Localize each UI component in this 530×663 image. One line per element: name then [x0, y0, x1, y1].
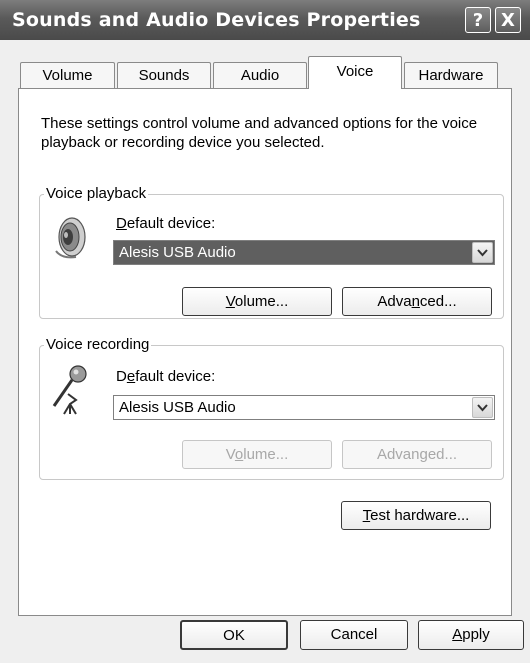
playback-dropdown-button[interactable] — [472, 242, 493, 263]
tab-voice[interactable]: Voice — [308, 56, 402, 89]
recording-default-device-label: Default device: — [116, 368, 216, 385]
ok-button[interactable]: OK — [180, 620, 288, 650]
recording-dropdown-button[interactable] — [472, 397, 493, 418]
dialog-window: Sounds and Audio Devices Properties ? X … — [0, 0, 530, 663]
chevron-down-icon — [477, 249, 488, 257]
description-text: These settings control volume and advanc… — [41, 115, 478, 151]
recording-device-select[interactable]: Alesis USB Audio — [113, 395, 495, 420]
playback-advanced-button[interactable]: Advanced... — [342, 287, 492, 316]
playback-volume-button[interactable]: Volume... — [182, 287, 332, 316]
speaker-icon — [55, 217, 86, 259]
playback-default-device-label: Default device: — [116, 215, 216, 232]
playback-device-select[interactable]: Alesis USB Audio — [113, 240, 495, 265]
title-bar[interactable]: Sounds and Audio Devices Properties ? X — [0, 0, 530, 40]
recording-advanced-button[interactable]: Advanged... — [342, 440, 492, 469]
recording-device-value: Alesis USB Audio — [119, 399, 236, 416]
test-hardware-button[interactable]: Test hardware... — [341, 501, 491, 530]
voice-playback-label: Voice playback — [44, 185, 149, 202]
voice-tab-panel: These settings control volume and advanc… — [18, 88, 512, 616]
voice-recording-group: Voice recording Default device: Alesis U… — [39, 336, 504, 480]
tab-volume[interactable]: Volume — [20, 62, 115, 88]
tab-hardware[interactable]: Hardware — [404, 62, 498, 88]
tab-sounds[interactable]: Sounds — [117, 62, 211, 88]
microphone-icon — [52, 365, 87, 415]
cancel-button[interactable]: Cancel — [300, 620, 408, 650]
chevron-down-icon — [477, 404, 488, 412]
playback-device-value: Alesis USB Audio — [119, 244, 236, 261]
close-button[interactable]: X — [495, 7, 521, 33]
tab-audio[interactable]: Audio — [213, 62, 307, 88]
voice-playback-group: Voice playback Default device: Alesis US… — [39, 185, 504, 319]
help-button[interactable]: ? — [465, 7, 491, 33]
voice-recording-label: Voice recording — [44, 336, 152, 353]
window-title: Sounds and Audio Devices Properties — [12, 9, 421, 31]
recording-volume-button[interactable]: Volume... — [182, 440, 332, 469]
apply-button[interactable]: Apply — [418, 620, 524, 650]
